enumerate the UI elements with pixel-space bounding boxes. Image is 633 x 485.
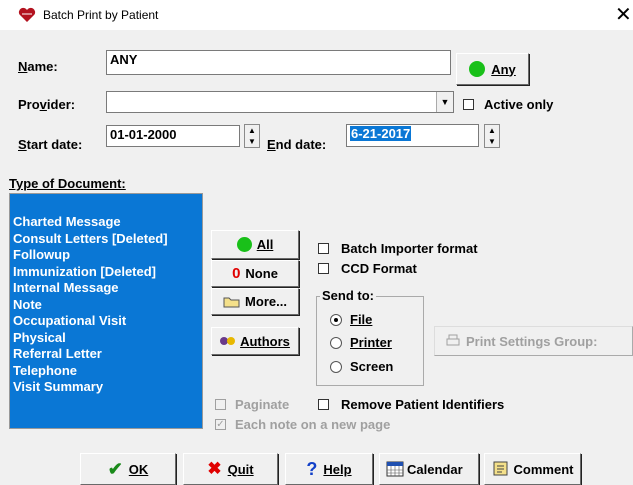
list-item[interactable]: Referral Letter: [10, 346, 202, 363]
end-date-value: 6-21-2017: [350, 126, 412, 141]
start-date-label: Start date:: [18, 137, 83, 152]
none-button-label: None: [245, 266, 278, 281]
paginate-label: Paginate: [235, 397, 290, 412]
print-settings-label: Print Settings Group:: [466, 333, 598, 349]
file-radio[interactable]: [330, 314, 342, 326]
comment-icon: [493, 461, 508, 476]
paginate-checkbox[interactable]: [215, 399, 226, 410]
authors-icon: [220, 337, 236, 345]
question-mark-icon: ?: [306, 458, 318, 479]
start-date-field[interactable]: 01-01-2000: [106, 125, 240, 147]
spin-down-icon[interactable]: ▼: [485, 136, 499, 147]
zero-icon: 0: [232, 265, 241, 282]
help-button[interactable]: ? Help: [285, 453, 373, 485]
all-button[interactable]: All: [211, 230, 299, 259]
print-settings-group-button[interactable]: Print Settings Group:: [434, 326, 633, 356]
folder-icon: [223, 297, 240, 308]
comment-button-label: Comment: [513, 461, 574, 477]
end-date-field[interactable]: 6-21-2017: [346, 124, 479, 147]
calendar-button-label: Calendar: [407, 461, 463, 477]
ok-button[interactable]: ✔ OK: [80, 453, 176, 485]
provider-label: Provider:: [18, 97, 76, 112]
calendar-icon: [386, 461, 404, 477]
list-item[interactable]: Note: [10, 297, 202, 314]
each-note-checkbox[interactable]: ✓: [215, 419, 226, 430]
app-heart-icon: [18, 7, 36, 22]
start-date-value: 01-01-2000: [110, 127, 177, 142]
list-item[interactable]: Immunization [Deleted]: [10, 264, 202, 281]
printer-icon: [446, 334, 460, 346]
send-to-legend: Send to:: [320, 288, 376, 303]
quit-button-label: Quit: [227, 461, 254, 477]
list-item[interactable]: Physical: [10, 330, 202, 347]
file-radio-label: File: [350, 312, 373, 327]
any-button-label: Any: [491, 61, 516, 77]
calendar-button[interactable]: Calendar: [379, 453, 479, 485]
provider-dropdown[interactable]: ▼: [106, 91, 454, 113]
name-value: ANY: [110, 52, 138, 67]
chevron-down-icon[interactable]: ▼: [436, 92, 453, 112]
name-field[interactable]: ANY: [106, 50, 451, 75]
list-item[interactable]: Visit Summary: [10, 379, 202, 396]
close-icon[interactable]: ✕: [615, 3, 633, 27]
document-type-list[interactable]: Charted Message Consult Letters [Deleted…: [9, 193, 203, 429]
name-label: Name:: [18, 59, 58, 74]
comment-button[interactable]: Comment: [484, 453, 581, 485]
ccd-format-label: CCD Format: [341, 261, 417, 276]
active-only-label: Active only: [484, 97, 554, 112]
printer-radio-label: Printer: [350, 335, 392, 350]
batch-importer-checkbox[interactable]: [318, 243, 329, 254]
remove-identifiers-label: Remove Patient Identifiers: [341, 397, 505, 412]
more-button[interactable]: More...: [211, 288, 299, 315]
checkmark-icon: ✔: [107, 458, 123, 479]
green-dot-icon: [236, 237, 252, 252]
remove-identifiers-checkbox[interactable]: [318, 399, 329, 410]
end-date-spinner[interactable]: ▲ ▼: [484, 124, 500, 148]
ccd-format-checkbox[interactable]: [318, 263, 329, 274]
list-item[interactable]: Followup: [10, 247, 202, 264]
batch-importer-label: Batch Importer format: [341, 241, 478, 256]
authors-button[interactable]: Authors: [211, 327, 299, 355]
spin-down-icon[interactable]: ▼: [245, 136, 259, 147]
active-only-checkbox[interactable]: [463, 99, 474, 110]
screen-radio[interactable]: [330, 361, 342, 373]
x-icon: ✖: [207, 459, 222, 478]
quit-button[interactable]: ✖ Quit: [183, 453, 278, 485]
list-item[interactable]: Occupational Visit: [10, 313, 202, 330]
spin-up-icon[interactable]: ▲: [245, 125, 259, 136]
each-note-label: Each note on a new page: [235, 417, 391, 432]
list-item[interactable]: Consult Letters [Deleted]: [10, 231, 202, 248]
window-title: Batch Print by Patient: [43, 8, 159, 22]
printer-radio[interactable]: [330, 337, 342, 349]
document-type-label: Type of Document:: [9, 176, 126, 191]
list-item[interactable]: Telephone: [10, 363, 202, 380]
help-button-label: Help: [323, 461, 352, 477]
all-button-label: All: [256, 237, 274, 252]
none-button[interactable]: 0 None: [211, 260, 299, 287]
screen-radio-label: Screen: [350, 359, 394, 374]
end-date-label: End date:: [267, 137, 327, 152]
authors-button-label: Authors: [240, 333, 290, 349]
more-button-label: More...: [245, 294, 287, 309]
list-item[interactable]: Charted Message: [10, 214, 202, 231]
green-dot-icon: [469, 61, 486, 77]
any-button[interactable]: Any: [456, 53, 529, 85]
ok-button-label: OK: [128, 461, 149, 477]
spin-up-icon[interactable]: ▲: [485, 125, 499, 136]
start-date-spinner[interactable]: ▲ ▼: [244, 124, 260, 148]
list-item[interactable]: Internal Message: [10, 280, 202, 297]
